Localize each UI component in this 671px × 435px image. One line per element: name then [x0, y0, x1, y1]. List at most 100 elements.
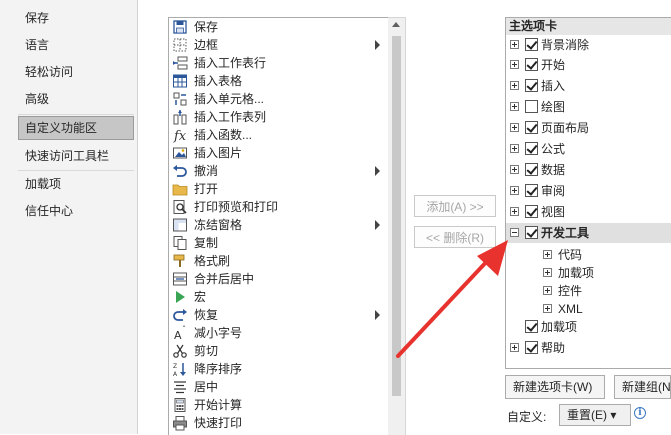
command-label: 插入单元格...	[194, 92, 265, 106]
expand-icon[interactable]	[510, 60, 519, 69]
list-item[interactable]: 插入工作表行	[169, 54, 389, 72]
collapse-icon[interactable]	[510, 228, 519, 237]
tab-checkbox[interactable]	[525, 341, 538, 354]
tree-tab-row[interactable]: 审阅	[506, 181, 671, 201]
tree-group-row[interactable]: 加载项	[506, 263, 671, 283]
list-item[interactable]: 复制	[169, 234, 389, 252]
expand-icon[interactable]	[510, 102, 519, 111]
nav-item-addins[interactable]: 加载项	[18, 172, 134, 196]
expand-icon[interactable]	[543, 286, 552, 295]
group-label: 代码	[558, 248, 583, 262]
svg-text:A: A	[174, 329, 182, 341]
nav-item-language[interactable]: 语言	[18, 33, 134, 57]
expand-icon[interactable]	[543, 268, 552, 277]
tree-tab-row-developer[interactable]: 开发工具	[506, 223, 671, 243]
scrollbar-thumb[interactable]	[392, 36, 401, 396]
list-item[interactable]: 插入工作表列	[169, 108, 389, 126]
nav-item-accessibility[interactable]: 轻松访问	[18, 60, 134, 84]
expand-icon[interactable]	[510, 343, 519, 352]
tree-tab-row[interactable]: 插入	[506, 76, 671, 96]
command-label: 插入工作表行	[194, 56, 267, 70]
main-tabs-tree[interactable]: 主选项卡 背景消除 开始 插入 绘图 页面布局 公式 数据 审阅 视图 开发工具…	[505, 17, 671, 369]
nav-item-advanced[interactable]: 高级	[18, 87, 134, 111]
command-label: 插入函数...	[194, 128, 253, 142]
reset-dropdown-button[interactable]: 重置(E) ▾	[559, 404, 631, 426]
expand-icon[interactable]	[543, 250, 552, 259]
expand-icon[interactable]	[543, 304, 552, 313]
tree-tab-row[interactable]: 背景消除	[506, 35, 671, 55]
expand-icon[interactable]	[510, 144, 519, 153]
expand-icon[interactable]	[510, 40, 519, 49]
tab-checkbox[interactable]	[525, 320, 538, 333]
command-label: 插入图片	[194, 146, 243, 160]
nav-item-save[interactable]: 保存	[18, 6, 134, 30]
tab-checkbox[interactable]	[525, 184, 538, 197]
list-item[interactable]: 边框	[169, 36, 389, 54]
tree-tab-row[interactable]: 开始	[506, 55, 671, 75]
tab-checkbox[interactable]	[525, 100, 538, 113]
tab-checkbox[interactable]	[525, 79, 538, 92]
command-label: 冻结窗格	[194, 218, 243, 232]
info-icon[interactable]: i	[634, 407, 646, 419]
nav-item-quick-access-toolbar[interactable]: 快速访问工具栏	[18, 144, 134, 168]
scroll-up-icon[interactable]	[392, 22, 400, 27]
svg-text:fx: fx	[173, 129, 187, 143]
list-item[interactable]: fx 插入函数...	[169, 126, 389, 144]
tree-tab-row[interactable]: 绘图	[506, 97, 671, 117]
nav-item-customize-ribbon[interactable]: 自定义功能区	[18, 116, 134, 140]
sort-desc-icon: ZA	[173, 363, 186, 377]
tree-group-row[interactable]: XML	[506, 299, 671, 319]
expand-icon[interactable]	[510, 165, 519, 174]
list-item[interactable]: 插入图片	[169, 144, 389, 162]
svg-text:ˇ: ˇ	[182, 325, 186, 334]
expand-icon[interactable]	[510, 81, 519, 90]
list-item[interactable]: 撤消	[169, 162, 389, 180]
tree-group-row[interactable]: 代码	[506, 245, 671, 265]
list-item[interactable]: Aˇ 减小字号	[169, 324, 389, 342]
list-item[interactable]: 插入单元格...	[169, 90, 389, 108]
new-group-button[interactable]: 新建组(N)	[614, 375, 671, 399]
add-button[interactable]: 添加(A) >>	[414, 195, 496, 217]
remove-button[interactable]: << 删除(R)	[414, 226, 496, 248]
tree-tab-row[interactable]: 公式	[506, 139, 671, 159]
options-nav: 保存 语言 轻松访问 高级 自定义功能区 快速访问工具栏 加载项 信任中心	[0, 0, 138, 434]
expand-icon[interactable]	[510, 186, 519, 195]
command-list[interactable]: 保存 边框 插入工作表行 插入表格 插入单元格... 插入工作表列 fx 插入函…	[168, 17, 390, 435]
expand-icon[interactable]	[510, 123, 519, 132]
list-item[interactable]: 插入表格	[169, 72, 389, 90]
list-item[interactable]: 居中	[169, 378, 389, 396]
list-item[interactable]: ZA 降序排序	[169, 360, 389, 378]
tab-checkbox[interactable]	[525, 226, 538, 239]
expand-icon[interactable]	[510, 207, 519, 216]
tree-tab-row[interactable]: 帮助	[506, 338, 671, 358]
tab-checkbox[interactable]	[525, 163, 538, 176]
tree-tab-row[interactable]: 视图	[506, 202, 671, 222]
tree-tab-row[interactable]: 页面布局	[506, 118, 671, 138]
list-item[interactable]: 合并后居中	[169, 270, 389, 288]
tab-checkbox[interactable]	[525, 121, 538, 134]
list-item[interactable]: 剪切	[169, 342, 389, 360]
tab-checkbox[interactable]	[525, 205, 538, 218]
new-tab-button[interactable]: 新建选项卡(W)	[505, 375, 605, 399]
command-label: 插入表格	[194, 74, 243, 88]
list-item[interactable]: 打开	[169, 180, 389, 198]
list-item[interactable]: 恢复	[169, 306, 389, 324]
tab-checkbox[interactable]	[525, 38, 538, 51]
list-item[interactable]: 冻结窗格	[169, 216, 389, 234]
tab-checkbox[interactable]	[525, 142, 538, 155]
list-item[interactable]: 开始计算	[169, 396, 389, 414]
tab-checkbox[interactable]	[525, 58, 538, 71]
list-item[interactable]: 格式刷	[169, 252, 389, 270]
list-item[interactable]: 宏	[169, 288, 389, 306]
nav-item-trust-center[interactable]: 信任中心	[18, 199, 134, 223]
nav-divider	[18, 114, 134, 115]
table-icon	[173, 74, 187, 88]
list-item[interactable]: 保存	[169, 18, 389, 36]
list-item[interactable]: 打印预览和打印	[169, 198, 389, 216]
list-item[interactable]: 快速打印	[169, 414, 389, 432]
folder-icon	[172, 184, 188, 196]
svg-text:A: A	[173, 371, 178, 377]
tree-group-row[interactable]: 控件	[506, 281, 671, 301]
tree-tab-row[interactable]: 加载项	[506, 317, 671, 337]
tree-tab-row[interactable]: 数据	[506, 160, 671, 180]
